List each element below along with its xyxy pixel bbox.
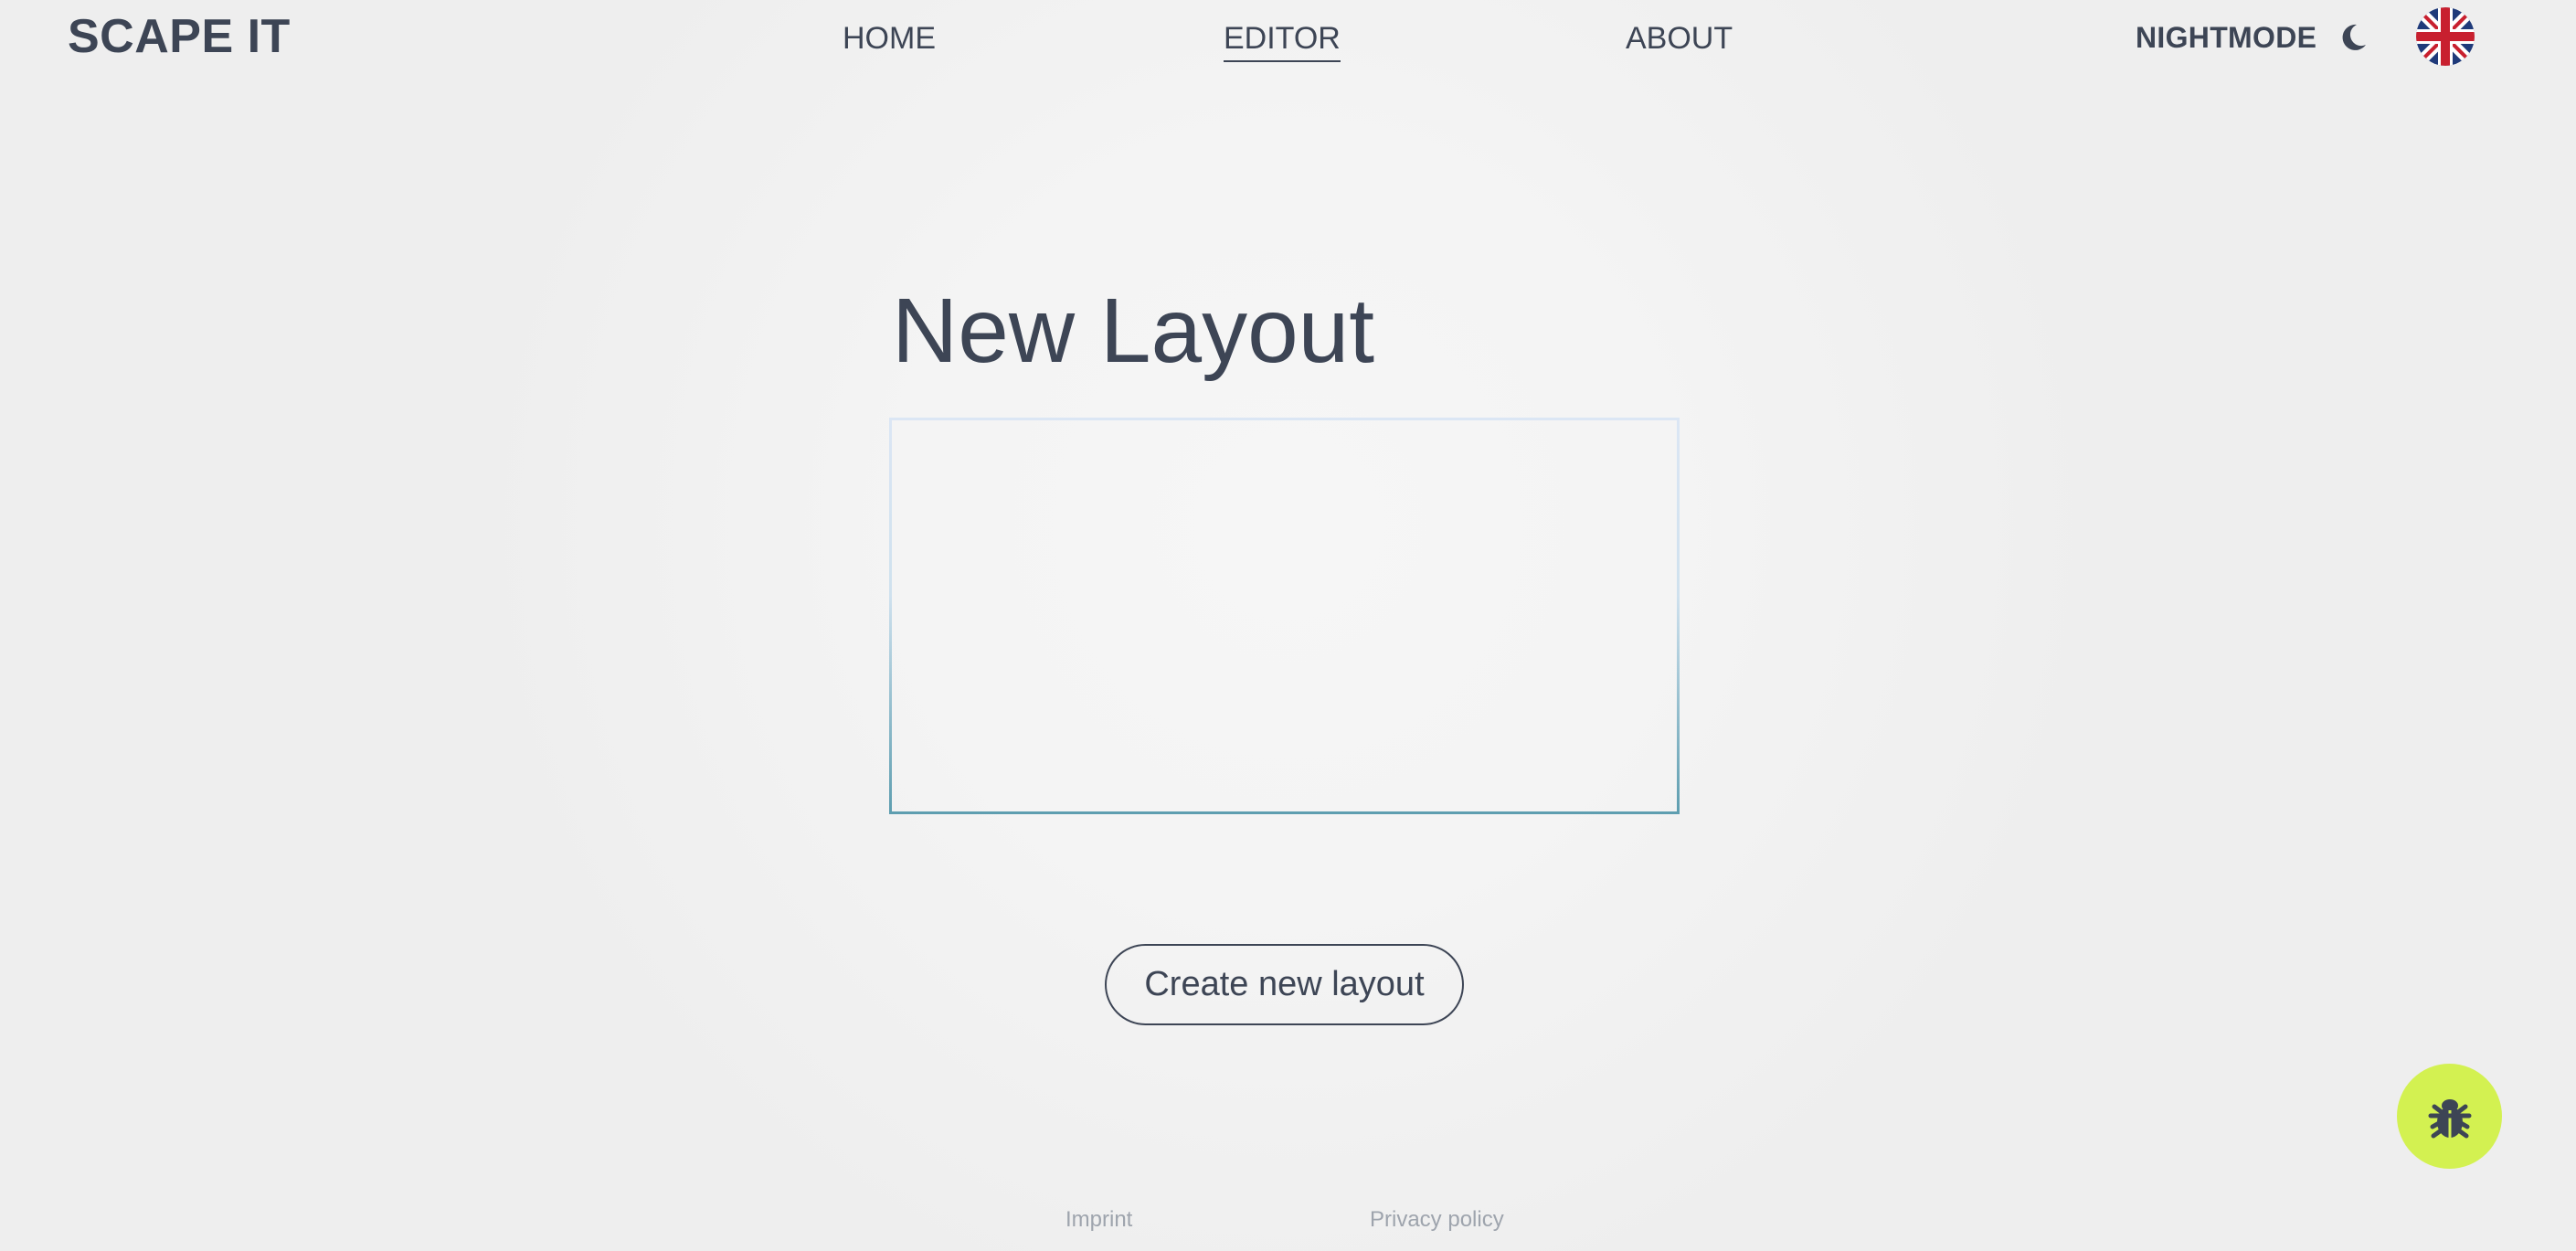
footer-privacy-link[interactable]: Privacy policy [1370,1207,1504,1233]
nav-home[interactable]: HOME [843,20,936,57]
layout-input-box[interactable] [889,418,1680,814]
nightmode-toggle[interactable]: NIGHTMODE [2136,18,2369,57]
footer-imprint-link[interactable]: Imprint [1065,1207,1132,1233]
moon-icon [2337,21,2369,54]
nightmode-label: NIGHTMODE [2136,20,2317,54]
page-title: New Layout [892,280,1375,382]
bug-report-button[interactable] [2397,1064,2502,1169]
nav-editor[interactable]: EDITOR [1224,20,1341,62]
nav-about[interactable]: ABOUT [1626,20,1733,57]
layout-input[interactable] [892,420,1677,811]
bug-icon [2428,1098,2471,1138]
create-layout-button[interactable]: Create new layout [1105,944,1464,1025]
site-logo[interactable]: SCAPE IT [68,9,291,64]
uk-flag-icon [2416,7,2475,66]
language-flag-button[interactable] [2416,7,2475,66]
